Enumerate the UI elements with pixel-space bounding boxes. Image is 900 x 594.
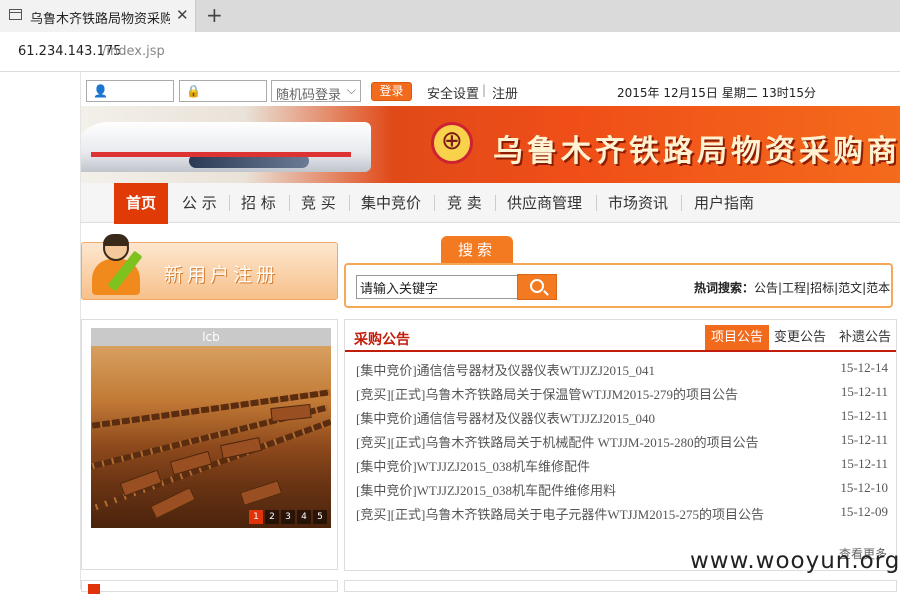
photo-caption: lcb — [91, 328, 331, 346]
bottom-left-panel — [81, 580, 338, 594]
nav-bidding-sale[interactable]: 竞 卖 — [447, 183, 482, 223]
nav-bidding-purchase[interactable]: 竞 买 — [301, 183, 336, 223]
photo-slider: lcb 12345 — [81, 319, 338, 570]
announcements-header: 采购公告 项目公告 变更公告 补遗公告 — [345, 320, 896, 352]
page-icon — [9, 9, 22, 20]
nav-centralized-bidding[interactable]: 集中竞价 — [361, 183, 421, 223]
site-title: 乌鲁木齐铁路局物资采购商务平台 — [493, 134, 900, 169]
register-link[interactable]: 注册 — [492, 83, 518, 102]
search-input[interactable] — [356, 275, 518, 299]
lock-icon: 🔒 — [186, 84, 201, 98]
new-tab-button[interactable]: + — [206, 3, 223, 27]
login-mode-value: 随机码登录 — [276, 88, 342, 103]
address-bar[interactable]: 61.234.143.175 /index.jsp — [0, 32, 900, 72]
tab-addendum-announcements[interactable]: 补遗公告 — [835, 325, 895, 350]
list-item[interactable]: [集中竞价]WTJJZJ2015_038机车配件维修用料 15-12-10 — [356, 480, 888, 500]
search-panel: 热词搜索： 公告|工程|招标|范文|范本 — [344, 263, 893, 308]
link-separator: | — [482, 83, 487, 97]
main-nav: 首页 公 示 招 标 竞 买 集中竞价 竞 卖 供应商管理 市场资讯 用户指南 — [81, 183, 900, 224]
url-path: /index.jsp — [102, 44, 165, 59]
slider-page-4[interactable]: 4 — [297, 510, 311, 524]
tab-title: 乌鲁木齐铁路局物资采购 — [30, 12, 170, 27]
chevron-down-icon: ⌵ — [346, 83, 356, 97]
slider-page-2[interactable]: 2 — [265, 510, 279, 524]
hot-search-label: 热词搜索： — [694, 281, 755, 295]
site-banner: 乌鲁木齐铁路局物资采购商务平台 — [81, 106, 900, 183]
nav-home[interactable]: 首页 — [114, 183, 168, 224]
hot-search-words[interactable]: 公告|工程|招标|范文|范本 — [754, 279, 890, 296]
nav-publicity[interactable]: 公 示 — [182, 183, 217, 223]
slider-page-5[interactable]: 5 — [313, 510, 327, 524]
browser-tab[interactable]: 乌鲁木齐铁路局物资采购 ✕ — [0, 0, 196, 32]
announcements-title: 采购公告 — [354, 332, 410, 348]
new-user-register-button[interactable]: 新用户注册 — [81, 234, 338, 300]
security-settings-link[interactable]: 安全设置 — [427, 83, 479, 102]
search-tab[interactable]: 搜索 — [441, 236, 513, 264]
list-item[interactable]: [集中竞价]通信信号器材及仪器仪表WTJJZJ2015_040 15-12-11 — [356, 408, 888, 428]
list-item[interactable]: [竞买][正式]乌鲁木齐铁路局关于保温管WTJJM2015-279的项目公告 15… — [356, 384, 888, 404]
browser-tab-bar: 乌鲁木齐铁路局物资采购 ✕ + — [0, 0, 900, 32]
password-field[interactable]: 🔒 — [179, 80, 267, 102]
register-label: 新用户注册 — [164, 264, 280, 286]
slider-page-1[interactable]: 1 — [249, 510, 263, 524]
nav-supplier-management[interactable]: 供应商管理 — [507, 183, 582, 223]
slider-page-3[interactable]: 3 — [281, 510, 295, 524]
current-datetime: 2015年 12月15日 星期二 13时15分 — [617, 86, 817, 100]
list-item[interactable]: [竞买][正式]乌鲁木齐铁路局关于机械配件 WTJJM-2015-280的项目公… — [356, 432, 888, 452]
railway-logo — [431, 122, 473, 164]
rail-yard-photo[interactable]: 12345 — [91, 346, 331, 528]
slider-pager: 12345 — [247, 508, 327, 524]
list-item[interactable]: [集中竞价]WTJJZJ2015_038机车维修配件 15-12-11 — [356, 456, 888, 476]
nav-market-info[interactable]: 市场资讯 — [608, 183, 668, 223]
login-mode-select[interactable]: 随机码登录 ⌵ — [271, 80, 361, 103]
watermark: www.wooyun.org — [690, 548, 900, 574]
bottom-right-panel — [344, 580, 897, 592]
user-avatar-icon — [90, 234, 143, 297]
train-illustration — [81, 122, 371, 172]
nav-user-guide[interactable]: 用户指南 — [694, 183, 754, 223]
user-icon: 👤 — [93, 84, 108, 98]
procurement-announcements: 采购公告 项目公告 变更公告 补遗公告 [集中竞价]通信信号器材及仪器仪表WTJ… — [344, 319, 897, 571]
list-item[interactable]: [集中竞价]通信信号器材及仪器仪表WTJJZJ2015_041 15-12-14 — [356, 360, 888, 380]
tab-project-announcements[interactable]: 项目公告 — [705, 325, 769, 350]
nav-tender[interactable]: 招 标 — [241, 183, 276, 223]
close-tab-icon[interactable]: ✕ — [176, 6, 189, 24]
login-button[interactable]: 登录 — [371, 82, 412, 101]
section-icon — [88, 584, 100, 594]
tab-change-announcements[interactable]: 变更公告 — [770, 325, 830, 350]
search-icon — [530, 279, 544, 293]
list-item[interactable]: [竞买][正式]乌鲁木齐铁路局关于电子元器件WTJJM2015-275的项目公告… — [356, 504, 888, 524]
username-field[interactable]: 👤 — [86, 80, 174, 102]
search-button[interactable] — [517, 274, 557, 300]
